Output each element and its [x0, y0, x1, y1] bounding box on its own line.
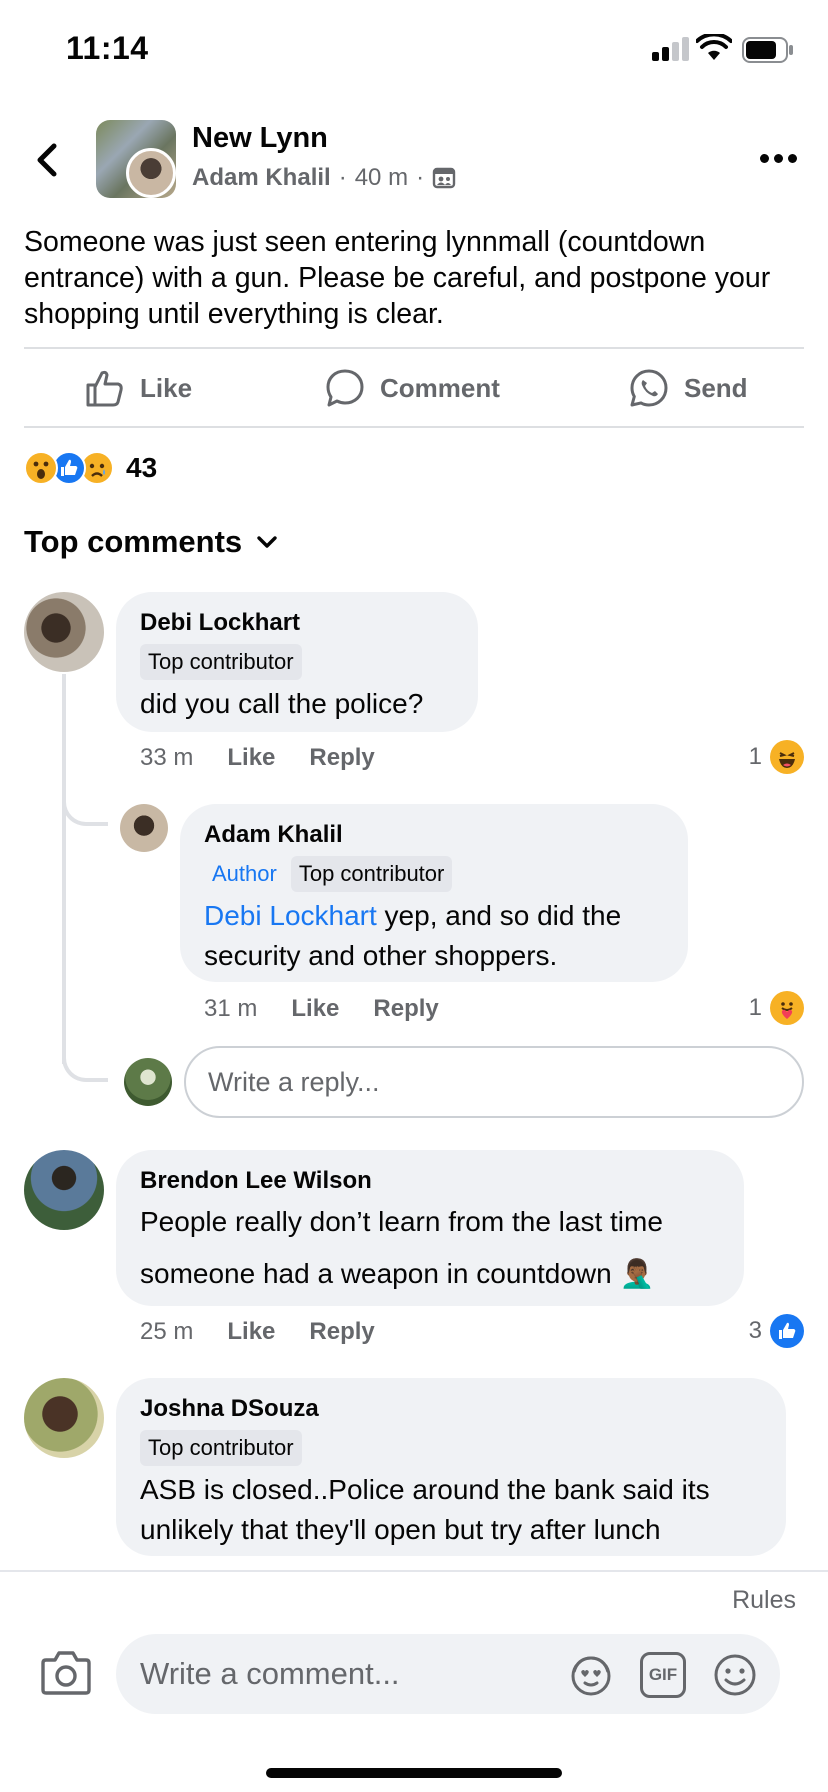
author-badge: Author	[212, 861, 277, 886]
comment-time: 33 m	[140, 744, 194, 771]
like-icon	[770, 1314, 804, 1348]
comment-composer: Rules Write a comment... GIF	[0, 1570, 828, 1792]
author-mini-avatar	[126, 148, 176, 198]
avatar-sticker-icon[interactable]	[568, 1652, 614, 1698]
post-text: Someone was just seen entering lynnmall …	[24, 226, 771, 330]
meta-separator: ·	[338, 164, 347, 191]
thumbs-up-icon	[86, 370, 123, 407]
post-meta: Adam Khalil · 40 m ·	[192, 164, 456, 192]
back-arrow-icon[interactable]	[28, 138, 68, 182]
status-bar: 11:14	[0, 0, 828, 100]
cellular-signal-icon	[652, 37, 692, 61]
gif-icon[interactable]: GIF	[640, 1652, 686, 1698]
divider	[24, 426, 804, 428]
thread-line	[62, 674, 66, 1064]
comment-bubble: Brendon Lee Wilson People really don’t l…	[116, 1150, 744, 1306]
emoji-icon[interactable]	[712, 1652, 758, 1698]
comment-text: did you call the police?	[140, 688, 424, 719]
reply-actions: 31 m Like Reply	[204, 995, 439, 1023]
top-contributor-badge: Top contributor	[140, 1430, 302, 1466]
status-time: 11:14	[66, 30, 149, 66]
commenter-name[interactable]: Joshna DSouza	[140, 1394, 762, 1424]
wifi-icon	[696, 34, 732, 60]
comment-label: Comment	[380, 372, 500, 403]
reply-input[interactable]: Write a reply...	[184, 1046, 804, 1118]
commenter-avatar[interactable]	[24, 592, 104, 672]
replier-name[interactable]: Adam Khalil	[204, 820, 664, 850]
whatsapp-icon	[630, 369, 668, 407]
top-contributor-badge: Top contributor	[140, 644, 302, 680]
haha-icon	[770, 740, 804, 774]
post-time[interactable]: 40 m	[355, 164, 408, 192]
replier-avatar[interactable]	[120, 804, 168, 852]
comment-reaction-count: 1	[748, 743, 762, 770]
comment-button[interactable]: Comment	[324, 350, 500, 426]
commenter-name[interactable]: Brendon Lee Wilson	[140, 1166, 720, 1196]
commenter-avatar[interactable]	[24, 1150, 104, 1230]
comment-text: ASB is closed..Police around the bank sa…	[140, 1474, 710, 1545]
commenter-avatar[interactable]	[24, 1378, 104, 1458]
thread-connector	[62, 1026, 108, 1082]
comment-bubble: Joshna DSouza Top contributor ASB is clo…	[116, 1378, 786, 1556]
top-contributor-badge: Top contributor	[290, 856, 453, 892]
post-action-bar: Like Comment Send	[24, 350, 804, 426]
comment-reactions[interactable]: 3	[749, 1314, 804, 1348]
wow-icon	[24, 451, 58, 485]
comment-bubble: Debi Lockhart Top contributor did you ca…	[116, 592, 478, 732]
post-author[interactable]: Adam Khalil	[192, 164, 331, 192]
group-privacy-icon	[432, 167, 456, 189]
chevron-down-icon	[257, 536, 277, 548]
reply-time: 31 m	[204, 995, 258, 1022]
battery-icon	[742, 37, 793, 63]
send-button[interactable]: Send	[628, 350, 748, 426]
comment-reaction-count: 3	[748, 1317, 762, 1344]
comment-like-button[interactable]: Like	[227, 1318, 275, 1346]
reply-reply-button[interactable]: Reply	[373, 995, 438, 1023]
care-icon	[770, 991, 804, 1025]
current-user-avatar	[124, 1058, 172, 1106]
reply-reaction-count: 1	[748, 994, 762, 1021]
comment-like-button[interactable]: Like	[227, 744, 275, 772]
reply-reactions[interactable]: 1	[749, 991, 804, 1025]
like-button[interactable]: Like	[84, 350, 192, 426]
commenter-name[interactable]: Debi Lockhart	[140, 608, 454, 638]
reply-text: Debi Lockhart yep, and so did the securi…	[204, 896, 664, 976]
comment-reactions[interactable]: 1	[749, 740, 804, 774]
divider	[24, 347, 804, 349]
comment-text: People really don’t learn from the last …	[140, 1206, 663, 1289]
more-options-icon[interactable]	[760, 148, 800, 168]
comment-actions: 33 m Like Reply	[140, 744, 375, 772]
post-header: New Lynn Adam Khalil · 40 m ·	[0, 110, 828, 210]
comment-input[interactable]: Write a comment... GIF	[116, 1634, 780, 1714]
reply-like-button[interactable]: Like	[291, 995, 339, 1023]
home-indicator	[266, 1768, 562, 1778]
comment-placeholder: Write a comment...	[140, 1656, 400, 1691]
group-name[interactable]: New Lynn	[192, 122, 328, 155]
comment-reply-button[interactable]: Reply	[309, 744, 374, 772]
top-comments-sort-button[interactable]: Top comments	[24, 524, 278, 560]
reaction-summary[interactable]: 43	[24, 448, 157, 488]
comment-reply-button[interactable]: Reply	[309, 1318, 374, 1346]
comment-actions: 25 m Like Reply	[140, 1318, 375, 1346]
rules-link[interactable]: Rules	[732, 1586, 796, 1615]
top-comments-label: Top comments	[24, 524, 243, 559]
reaction-count: 43	[126, 452, 158, 483]
like-label: Like	[140, 372, 193, 403]
send-label: Send	[684, 372, 748, 403]
thread-connector	[62, 770, 108, 826]
mention-link[interactable]: Debi Lockhart	[204, 900, 377, 931]
comment-icon	[326, 369, 364, 407]
reply-bubble: Adam Khalil Author Top contributor Debi …	[180, 804, 688, 982]
comment-time: 25 m	[140, 1318, 194, 1345]
camera-icon[interactable]	[40, 1648, 92, 1696]
meta-separator: ·	[416, 164, 425, 191]
group-avatar[interactable]	[96, 120, 176, 198]
